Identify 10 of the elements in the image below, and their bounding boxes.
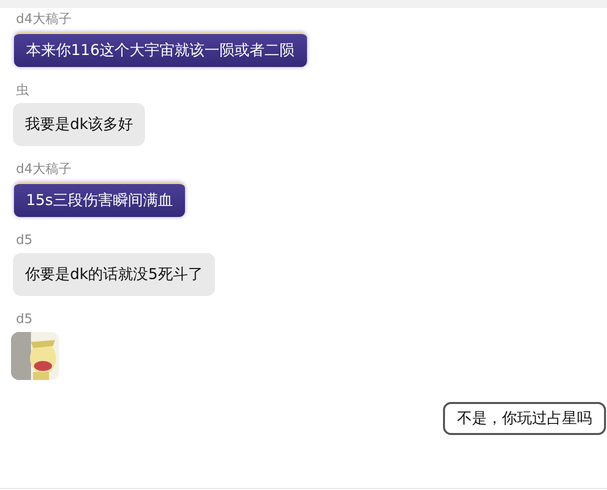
sender-name: d5 [15,233,33,249]
message-bubble: 我要是dk该多好 [13,103,146,146]
sender-name: d4大稿子 [15,162,72,178]
sender-name: d4大稿子 [15,12,72,28]
message-bubble: 本来你116这个大宇宙就该一陨或者二陨 [14,32,307,67]
message-bubble: 15s三段伤害瞬间满血 [14,182,185,217]
message-bubble: 你要是dk的话就没5死斗了 [13,253,215,296]
sender-name: 虫 [15,83,29,99]
sender-name: d5 [15,312,33,328]
message-bubble: 不是，你玩过占星吗 [443,402,606,435]
